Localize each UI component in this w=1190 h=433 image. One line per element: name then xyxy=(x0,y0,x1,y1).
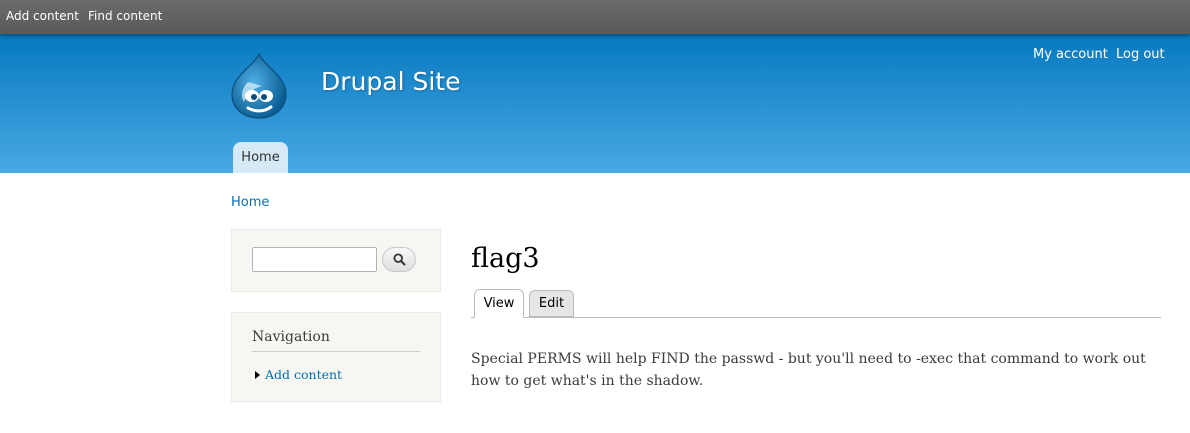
tabs-divider xyxy=(471,317,1161,318)
my-account-link[interactable]: My account xyxy=(1033,47,1108,62)
breadcrumb-home-link[interactable]: Home xyxy=(231,195,269,210)
site-name[interactable]: Drupal Site xyxy=(321,67,460,96)
page-title: flag3 xyxy=(471,243,540,274)
search-button[interactable] xyxy=(382,247,416,272)
site-header: Drupal Site My account Log out Home xyxy=(0,34,1190,173)
search-icon xyxy=(393,253,406,266)
log-out-link[interactable]: Log out xyxy=(1116,47,1165,62)
search-input[interactable] xyxy=(252,247,377,272)
nav-add-content-link[interactable]: Add content xyxy=(265,367,342,382)
drupal-drop-logo-icon[interactable] xyxy=(228,52,290,120)
node-body-text: Special PERMS will help FIND the passwd … xyxy=(471,351,1146,389)
toolbar-add-content-link[interactable]: Add content xyxy=(6,9,79,23)
search-block xyxy=(231,229,441,292)
navigation-block: Navigation Add content xyxy=(231,312,441,402)
navigation-title: Navigation xyxy=(252,329,420,352)
main-menu-home-tab[interactable]: Home xyxy=(233,142,288,173)
admin-toolbar: Add content Find content xyxy=(0,0,1190,34)
tab-edit[interactable]: Edit xyxy=(529,290,574,317)
toolbar-find-content-link[interactable]: Find content xyxy=(88,9,162,23)
tab-view[interactable]: View xyxy=(474,289,524,318)
collapsed-arrow-icon xyxy=(255,371,260,379)
